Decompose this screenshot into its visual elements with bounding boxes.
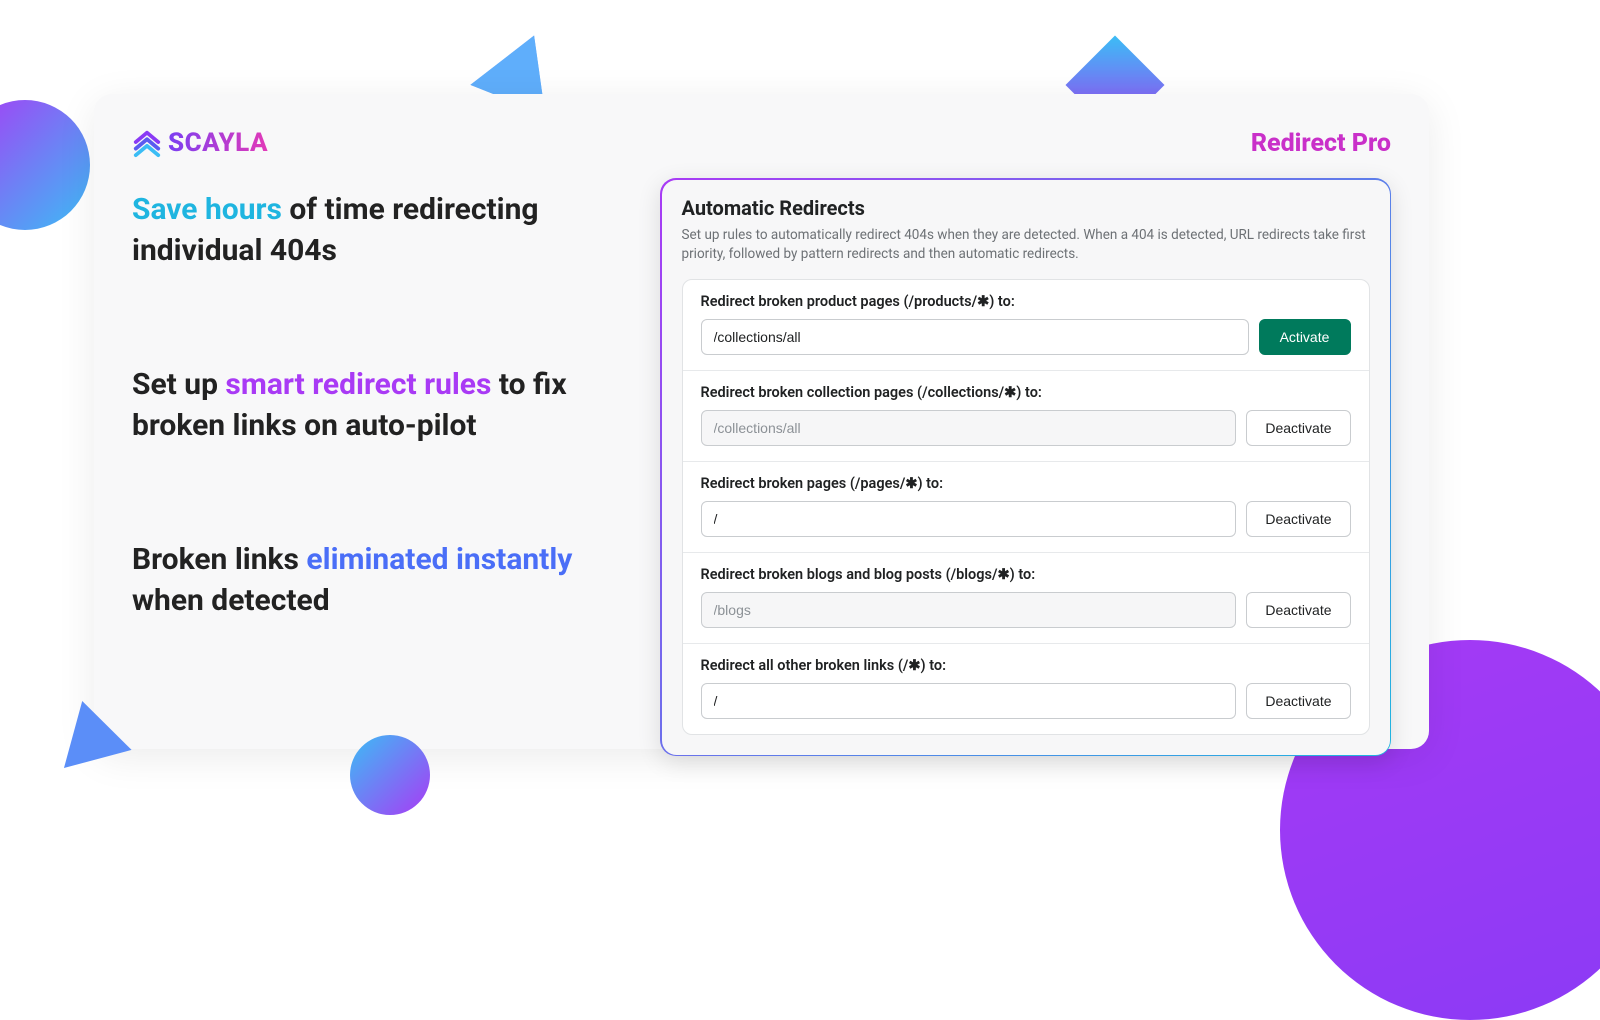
rule-label: Redirect broken pages (/pages/✱) to: xyxy=(701,475,1351,492)
rule-input-other[interactable] xyxy=(701,683,1237,719)
decor-triangle-bottom-left xyxy=(48,692,131,768)
rule-label: Redirect broken product pages (/products… xyxy=(701,293,1351,310)
bullet-3-highlight: eliminated instantly xyxy=(306,542,572,577)
rule-label: Redirect all other broken links (/✱) to: xyxy=(701,657,1351,674)
decor-circle-top-left xyxy=(0,100,90,230)
bullet-1: Save hours of time redirecting individua… xyxy=(132,190,642,271)
decor-circle-bottom-mid xyxy=(350,735,430,815)
rule-collections: Redirect broken collection pages (/colle… xyxy=(683,371,1369,462)
deactivate-button[interactable]: Deactivate xyxy=(1246,501,1350,537)
brand-logo-icon xyxy=(132,128,162,158)
bullet-2-pre: Set up xyxy=(132,367,225,402)
brand-logo: SCAYLA xyxy=(132,128,268,158)
bullet-2: Set up smart redirect rules to fix broke… xyxy=(132,365,642,446)
bullet-3: Broken links eliminated instantly when d… xyxy=(132,540,642,621)
panel-title: Automatic Redirects xyxy=(682,196,1370,220)
rule-input-products[interactable] xyxy=(701,319,1249,355)
panel-description: Set up rules to automatically redirect 4… xyxy=(682,226,1370,265)
rule-label: Redirect broken blogs and blog posts (/b… xyxy=(701,566,1351,583)
product-name: Redirect Pro xyxy=(1251,129,1391,158)
rule-input-blogs[interactable] xyxy=(701,592,1237,628)
rule-input-pages[interactable] xyxy=(701,501,1237,537)
activate-button[interactable]: Activate xyxy=(1259,319,1351,355)
settings-column: Automatic Redirects Set up rules to auto… xyxy=(642,128,1391,715)
main-card: SCAYLA Redirect Pro Save hours of time r… xyxy=(94,94,1429,749)
bullet-3-post: when detected xyxy=(132,583,330,618)
automatic-redirects-panel: Automatic Redirects Set up rules to auto… xyxy=(660,178,1391,756)
bullet-2-highlight: smart redirect rules xyxy=(225,367,491,402)
deactivate-button[interactable]: Deactivate xyxy=(1246,683,1350,719)
rule-blogs: Redirect broken blogs and blog posts (/b… xyxy=(683,553,1369,644)
bullet-1-highlight: Save hours xyxy=(132,192,282,227)
deactivate-button[interactable]: Deactivate xyxy=(1246,410,1350,446)
deactivate-button[interactable]: Deactivate xyxy=(1246,592,1350,628)
brand-name: SCAYLA xyxy=(168,128,268,158)
rule-all-other: Redirect all other broken links (/✱) to:… xyxy=(683,644,1369,734)
rule-pages: Redirect broken pages (/pages/✱) to: Dea… xyxy=(683,462,1369,553)
marketing-bullets: Save hours of time redirecting individua… xyxy=(132,128,642,715)
redirect-rules-list: Redirect broken product pages (/products… xyxy=(682,279,1370,735)
rule-products: Redirect broken product pages (/products… xyxy=(683,280,1369,371)
header-row: SCAYLA Redirect Pro xyxy=(132,128,1391,158)
bullet-3-pre: Broken links xyxy=(132,542,306,577)
rule-label: Redirect broken collection pages (/colle… xyxy=(701,384,1351,401)
rule-input-collections[interactable] xyxy=(701,410,1237,446)
